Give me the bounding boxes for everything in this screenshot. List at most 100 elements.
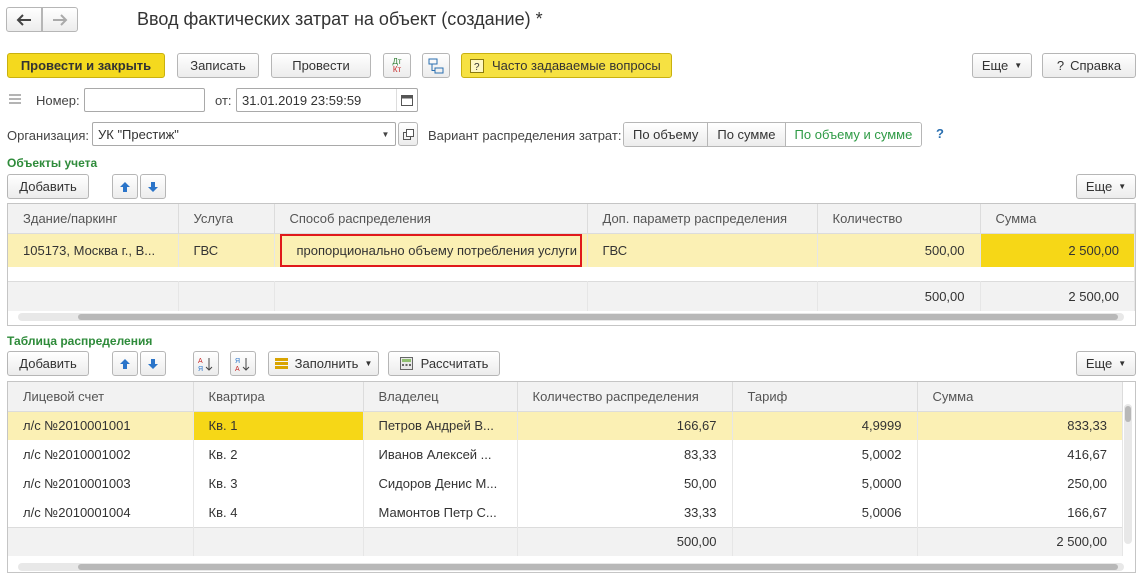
- table-row[interactable]: л/с №2010001001 Кв. 1 Петров Андрей В...…: [8, 411, 1123, 440]
- calendar-icon: [401, 95, 413, 106]
- cell-param[interactable]: ГВС: [587, 233, 818, 267]
- table-row[interactable]: л/с №2010001002 Кв. 2 Иванов Алексей ...…: [8, 440, 1123, 469]
- cell-account[interactable]: л/с №2010001004: [8, 498, 194, 527]
- document-list-icon: [9, 94, 21, 104]
- cell-account[interactable]: л/с №2010001003: [8, 469, 194, 498]
- forward-button[interactable]: [42, 7, 78, 32]
- variant-switch[interactable]: По объему По сумме По объему и сумме: [623, 122, 923, 147]
- sort-descending-button[interactable]: ЯА: [230, 351, 256, 376]
- col-building[interactable]: Здание/паркинг: [8, 204, 179, 234]
- help-button[interactable]: ? Справка: [1042, 53, 1136, 78]
- calculate-button[interactable]: Рассчитать: [388, 351, 500, 376]
- cell-tariff[interactable]: 5,0006: [732, 498, 918, 527]
- more-menu-button[interactable]: Еще ▼: [972, 53, 1032, 78]
- cell-account[interactable]: л/с №2010001002: [8, 440, 194, 469]
- variant-option-volume-sum[interactable]: По объему и сумме: [785, 123, 922, 146]
- scrollbar-thumb[interactable]: [1125, 406, 1131, 422]
- cell-dist-sum[interactable]: 833,33: [917, 411, 1123, 440]
- distribution-move-up-button[interactable]: [112, 351, 138, 376]
- org-field[interactable]: УК "Престиж": [92, 122, 396, 146]
- post-button[interactable]: Провести: [271, 53, 371, 78]
- number-field[interactable]: [84, 88, 205, 112]
- distribution-section-title: Таблица распределения: [7, 334, 153, 348]
- distribution-add-button[interactable]: Добавить: [7, 351, 89, 376]
- cell-flat[interactable]: Кв. 1: [193, 411, 364, 440]
- cell-tariff[interactable]: 5,0000: [732, 469, 918, 498]
- cell-account[interactable]: л/с №2010001001: [8, 411, 194, 440]
- cell-service[interactable]: ГВС: [178, 233, 275, 267]
- col-param[interactable]: Доп. параметр распределения: [587, 204, 818, 234]
- cell-building[interactable]: 105173, Москва г., В...: [8, 233, 179, 267]
- cell-tariff[interactable]: 4,9999: [732, 411, 918, 440]
- window-title: Ввод фактических затрат на объект (созда…: [137, 9, 543, 29]
- col-method[interactable]: Способ распределения: [274, 204, 588, 234]
- sort-ascending-button[interactable]: АЯ: [193, 351, 219, 376]
- variant-option-volume[interactable]: По объему: [624, 123, 709, 146]
- col-flat[interactable]: Квартира: [193, 382, 364, 412]
- objects-horizontal-scrollbar[interactable]: [18, 313, 1124, 321]
- cell-flat[interactable]: Кв. 4: [193, 498, 364, 527]
- objects-move-up-button[interactable]: [112, 174, 138, 199]
- dt-kt-button[interactable]: Дт Кт: [383, 53, 411, 78]
- distribution-horizontal-scrollbar[interactable]: [18, 563, 1124, 571]
- date-value: 31.01.2019 23:59:59: [242, 92, 362, 108]
- cell-qty[interactable]: 500,00: [817, 233, 981, 267]
- total-sum: 2 500,00: [980, 281, 1135, 311]
- faq-button[interactable]: ? Часто задаваемые вопросы: [461, 53, 672, 78]
- sort-descending-icon: ЯА: [235, 357, 250, 372]
- back-button[interactable]: [6, 7, 42, 32]
- col-service[interactable]: Услуга: [178, 204, 275, 234]
- col-sum[interactable]: Сумма: [980, 204, 1135, 234]
- col-dist-qty[interactable]: Количество распределения: [517, 382, 733, 412]
- cell-owner[interactable]: Сидоров Денис М...: [363, 469, 518, 498]
- distribution-move-down-button[interactable]: [140, 351, 166, 376]
- cell-dist-qty[interactable]: 33,33: [517, 498, 733, 527]
- fill-button[interactable]: Заполнить ▼: [268, 351, 379, 376]
- cell-flat[interactable]: Кв. 2: [193, 440, 364, 469]
- structure-button[interactable]: [422, 53, 450, 78]
- help-mark-icon[interactable]: ?: [936, 126, 944, 141]
- col-qty[interactable]: Количество: [817, 204, 981, 234]
- objects-add-button[interactable]: Добавить: [7, 174, 89, 199]
- cell-flat[interactable]: Кв. 3: [193, 469, 364, 498]
- cell-owner[interactable]: Мамонтов Петр С...: [363, 498, 518, 527]
- objects-header-row: Здание/паркинг Услуга Способ распределен…: [8, 204, 1135, 234]
- post-and-close-button[interactable]: Провести и закрыть: [7, 53, 165, 78]
- cell-dist-sum[interactable]: 166,67: [917, 498, 1123, 527]
- cell-owner[interactable]: Иванов Алексей ...: [363, 440, 518, 469]
- arrow-left-icon: [16, 13, 31, 26]
- col-owner[interactable]: Владелец: [363, 382, 518, 412]
- distribution-more-button[interactable]: Еще ▼: [1076, 351, 1136, 376]
- table-row[interactable]: 105173, Москва г., В... ГВС пропорционал…: [8, 233, 1135, 267]
- save-button[interactable]: Записать: [177, 53, 259, 78]
- cell-sum[interactable]: 2 500,00: [980, 233, 1135, 267]
- cell-dist-qty[interactable]: 166,67: [517, 411, 733, 440]
- calendar-button[interactable]: [396, 89, 417, 111]
- variant-option-sum[interactable]: По сумме: [708, 123, 786, 146]
- scrollbar-thumb[interactable]: [78, 564, 1118, 570]
- arrow-up-icon: [120, 181, 130, 192]
- dt-kt-icon: Дт Кт: [392, 57, 401, 74]
- cell-dist-qty[interactable]: 83,33: [517, 440, 733, 469]
- cell-owner[interactable]: Петров Андрей В...: [363, 411, 518, 440]
- cell-dist-sum[interactable]: 250,00: [917, 469, 1123, 498]
- col-account[interactable]: Лицевой счет: [8, 382, 194, 412]
- svg-text:Я: Я: [198, 366, 203, 372]
- distribution-vertical-scrollbar[interactable]: [1124, 404, 1132, 544]
- org-open-button[interactable]: [398, 122, 418, 146]
- date-field[interactable]: 31.01.2019 23:59:59: [236, 88, 418, 112]
- col-tariff[interactable]: Тариф: [732, 382, 918, 412]
- distribution-header-row: Лицевой счет Квартира Владелец Количеств…: [8, 382, 1123, 412]
- objects-more-button[interactable]: Еще ▼: [1076, 174, 1136, 199]
- cell-method[interactable]: пропорционально объему потребления услуг…: [274, 233, 588, 267]
- table-row[interactable]: л/с №2010001004 Кв. 4 Мамонтов Петр С...…: [8, 498, 1123, 527]
- col-dist-sum[interactable]: Сумма: [917, 382, 1123, 412]
- org-dropdown-icon[interactable]: ▼: [376, 123, 395, 145]
- svg-text:А: А: [198, 358, 203, 365]
- scrollbar-thumb[interactable]: [78, 314, 1118, 320]
- cell-dist-qty[interactable]: 50,00: [517, 469, 733, 498]
- table-row[interactable]: л/с №2010001003 Кв. 3 Сидоров Денис М...…: [8, 469, 1123, 498]
- cell-tariff[interactable]: 5,0002: [732, 440, 918, 469]
- objects-move-down-button[interactable]: [140, 174, 166, 199]
- cell-dist-sum[interactable]: 416,67: [917, 440, 1123, 469]
